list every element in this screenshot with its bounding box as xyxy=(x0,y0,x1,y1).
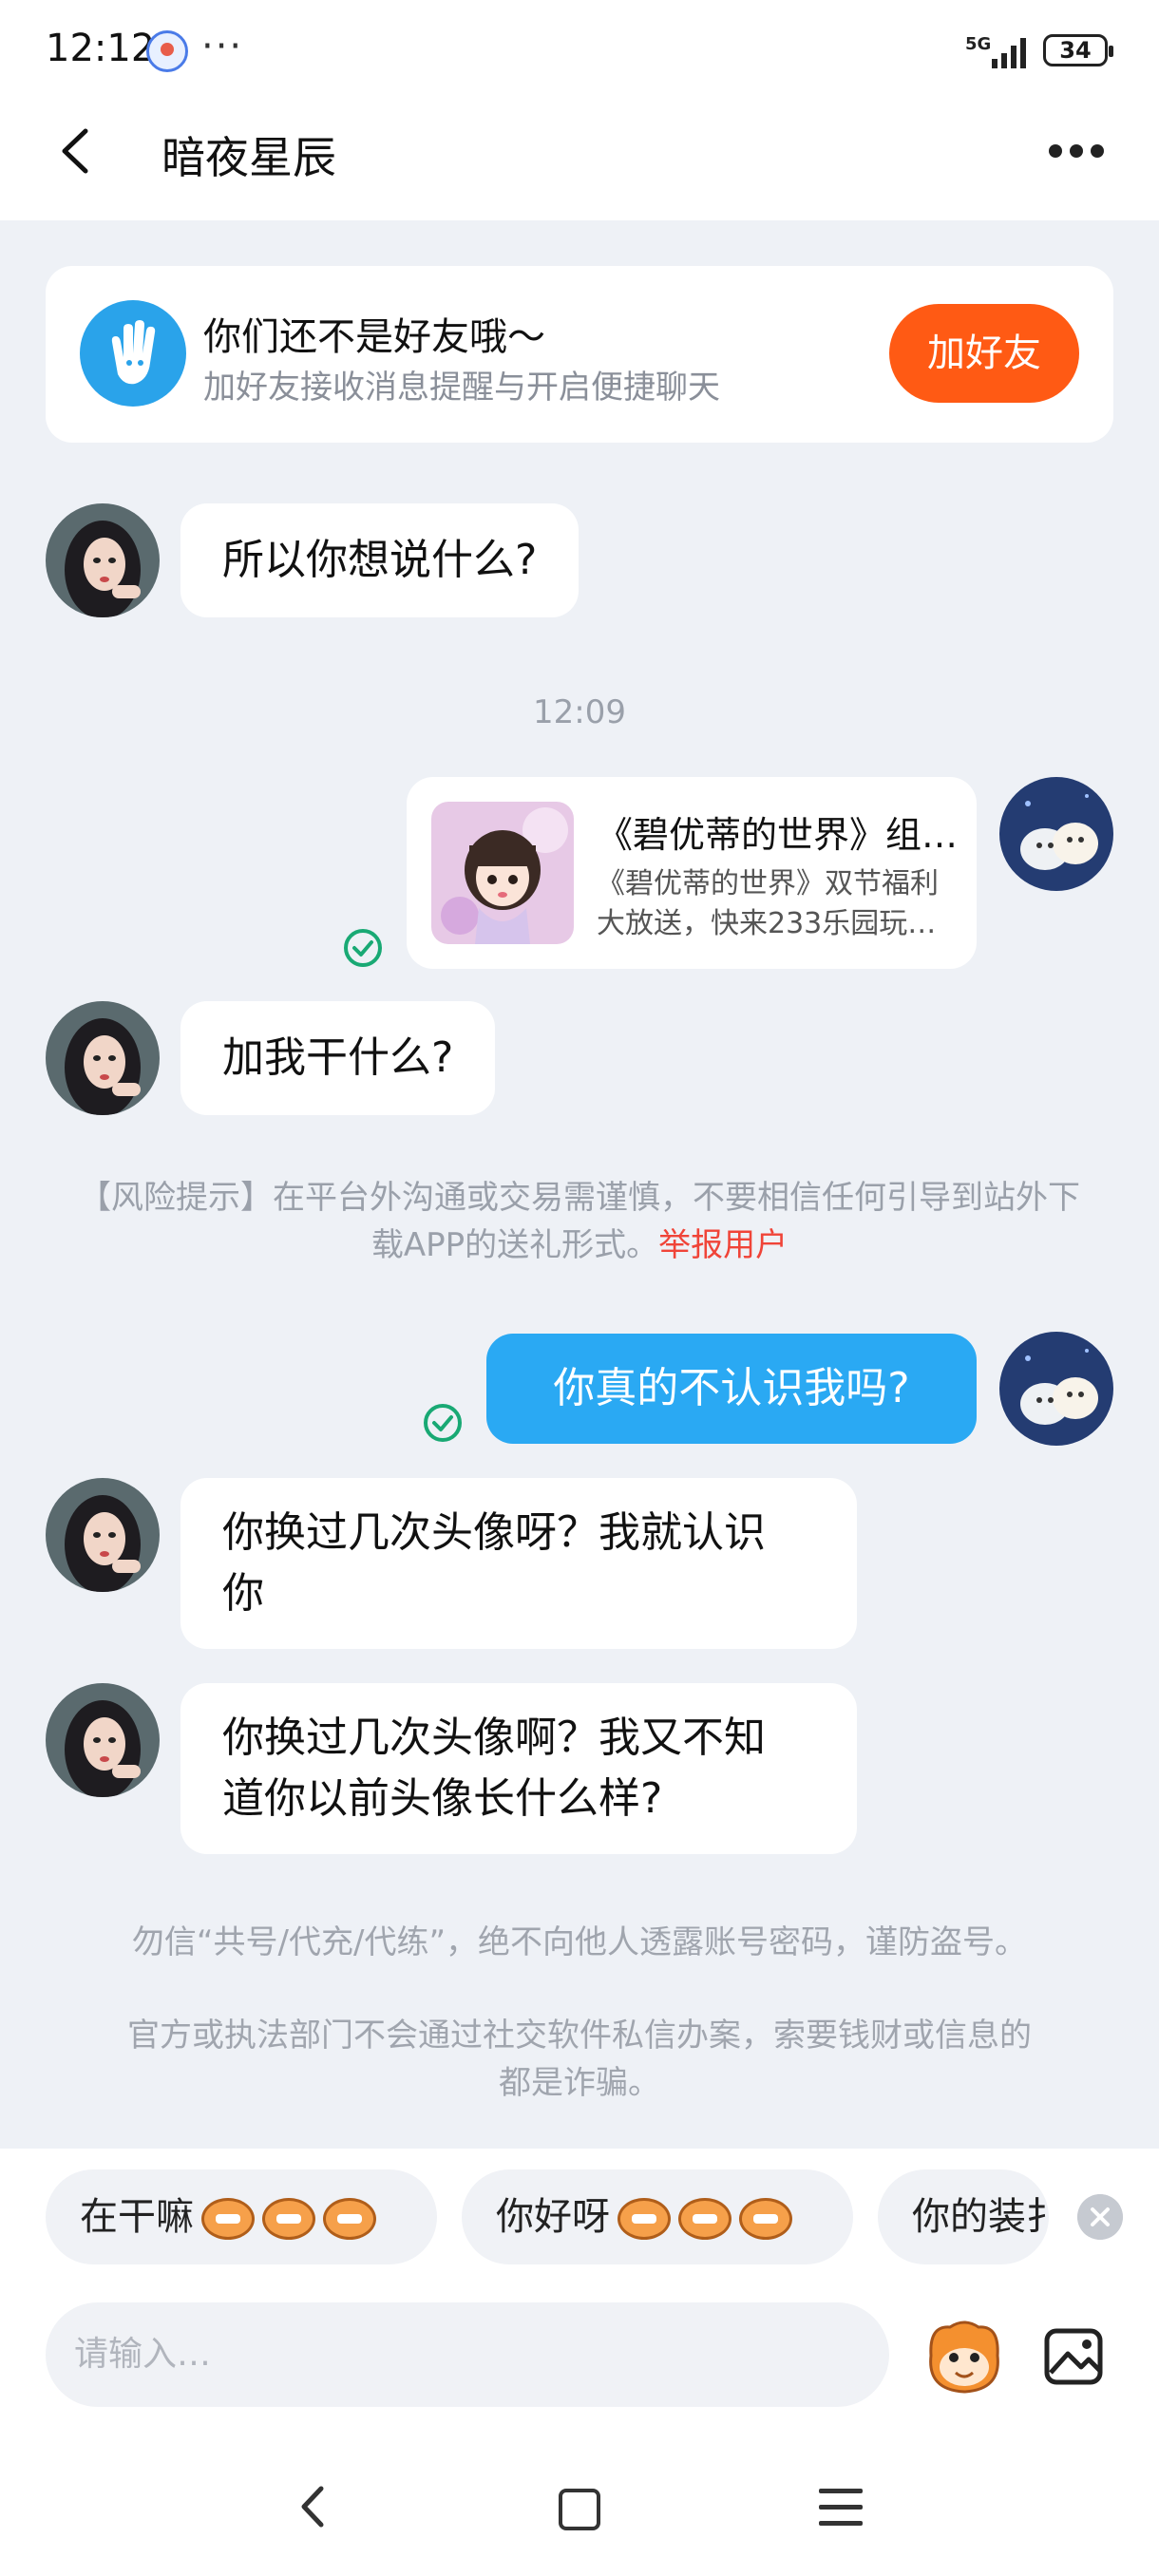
monkey-emoji-icon xyxy=(678,2198,732,2240)
my-avatar[interactable] xyxy=(999,777,1113,891)
network-type: 5G xyxy=(965,34,991,54)
status-more-dots: ··· xyxy=(201,25,244,68)
message-line: 你换过几次头像啊？我又不知 xyxy=(222,1714,766,1762)
fraud-notice: 官方或执法部门不会通过社交软件私信办案，索要钱财或信息的都是诈骗。 xyxy=(127,2017,1032,2102)
status-time: 12:12 xyxy=(46,27,156,70)
battery-icon: 34 xyxy=(1043,34,1113,66)
monkey-emoji-icon xyxy=(201,2198,255,2240)
message-line: 道你以前头像长什么样? xyxy=(222,1774,663,1823)
security-notice: 勿信“共号/代充/代练”，绝不向他人透露账号密码，谨防盗号。 xyxy=(131,1923,1028,1961)
back-arrow-icon[interactable] xyxy=(57,127,95,175)
contact-avatar[interactable] xyxy=(46,1001,160,1115)
contact-avatar[interactable] xyxy=(46,1478,160,1592)
quick-reply-chip[interactable]: 你的装扌 xyxy=(878,2169,1049,2264)
quick-reply-label: 你的装扌 xyxy=(912,2195,1049,2239)
card-thumbnail-image xyxy=(431,802,574,944)
message-line: 你换过几次头像呀？我就认识 xyxy=(222,1508,766,1557)
system-back-icon[interactable] xyxy=(294,2483,332,2530)
image-picker-icon[interactable] xyxy=(1043,2323,1110,2390)
signal-icon: 5G xyxy=(965,34,1026,68)
risk-warning-text: 【风险提示】在平台外沟通或交易需谨慎，不要相信任何引导到站外下载APP的送礼形式… xyxy=(79,1179,1080,1264)
monkey-emoji-icon xyxy=(323,2198,376,2240)
monkey-emoji-icon xyxy=(262,2198,315,2240)
my-avatar[interactable] xyxy=(999,1332,1113,1446)
quick-reply-chip[interactable]: 在干嘛 xyxy=(46,2169,437,2264)
add-friend-button[interactable]: 加好友 xyxy=(889,304,1079,403)
card-description-line: 大放送，快来233乐园玩… xyxy=(597,907,937,940)
quick-reply-chip[interactable]: 你好呀 xyxy=(462,2169,853,2264)
message-input[interactable]: 请输入… xyxy=(46,2302,889,2407)
friend-banner-title: 你们还不是好友哦～ xyxy=(203,315,545,359)
card-title: 《碧优蒂的世界》组… xyxy=(597,814,958,856)
app-notification-icon xyxy=(146,30,188,72)
card-description: 《碧优蒂的世界》双节福利 大放送，快来233乐园玩… xyxy=(597,864,958,944)
chat-title: 暗夜星辰 xyxy=(162,132,336,183)
message-bubble-sent: 你真的不认识我吗? xyxy=(486,1334,977,1444)
system-recents-icon[interactable] xyxy=(819,2487,863,2529)
contact-avatar[interactable] xyxy=(46,1683,160,1797)
monkey-emoji-icon xyxy=(739,2198,792,2240)
message-bubble-received: 你换过几次头像啊？我又不知 道你以前头像长什么样? xyxy=(180,1683,857,1854)
message-bubble-received: 你换过几次头像呀？我就认识 你 xyxy=(180,1478,857,1649)
quick-reply-label: 你好呀 xyxy=(496,2195,610,2239)
quick-reply-label: 在干嘛 xyxy=(80,2195,194,2239)
close-quick-replies-icon[interactable] xyxy=(1077,2194,1123,2240)
card-description-line: 《碧优蒂的世界》双节福利 xyxy=(597,867,939,900)
emoji-mascot-icon[interactable] xyxy=(922,2318,1007,2396)
hand-wave-icon xyxy=(80,300,186,407)
friend-banner-subtitle: 加好友接收消息提醒与开启便捷聊天 xyxy=(203,369,720,407)
read-check-icon xyxy=(344,929,382,967)
more-options-icon[interactable] xyxy=(1049,142,1106,161)
message-timestamp: 12:09 xyxy=(533,693,626,731)
system-home-icon[interactable] xyxy=(559,2489,600,2530)
risk-warning: 【风险提示】在平台外沟通或交易需谨慎，不要相信任何引导到站外下载APP的送礼形式… xyxy=(76,1174,1083,1269)
contact-avatar[interactable] xyxy=(46,503,160,617)
read-check-icon xyxy=(424,1404,462,1442)
monkey-emoji-icon xyxy=(618,2198,671,2240)
message-bubble-received: 所以你想说什么? xyxy=(180,503,580,617)
message-line: 你 xyxy=(222,1569,264,1618)
message-bubble-received: 加我干什么? xyxy=(180,1001,496,1115)
report-user-link[interactable]: 举报用户 xyxy=(658,1226,788,1264)
